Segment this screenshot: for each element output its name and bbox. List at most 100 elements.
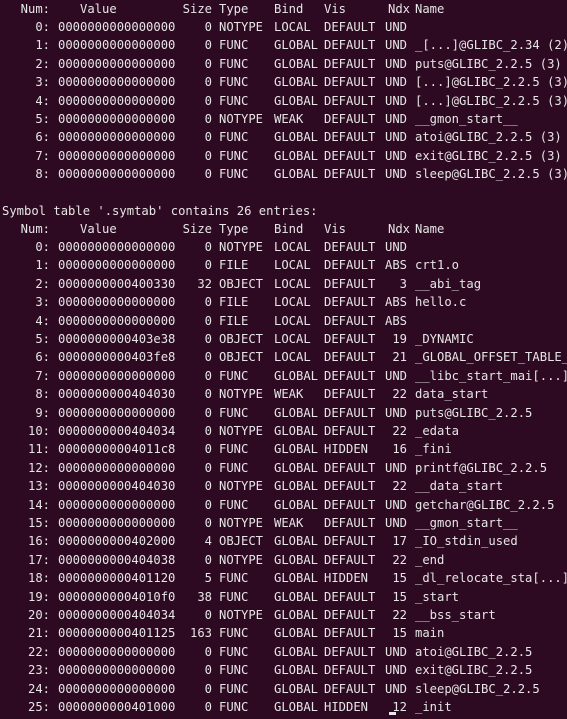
cell-ndx: 15 <box>392 571 407 586</box>
cell-name: puts@GLIBC_2.2.5 <box>415 405 533 420</box>
cell-size: 0 <box>204 700 212 714</box>
cell-vis: DEFAULT <box>324 663 376 678</box>
cell-size: 0 <box>204 258 212 273</box>
cell-size: 0 <box>204 313 212 328</box>
cell-bind: GLOBAL <box>274 368 319 383</box>
cell-ndx: UND <box>384 38 407 53</box>
header-type: Type <box>219 222 249 236</box>
cell-bind: WEAK <box>274 516 304 530</box>
cell-name: [...]@GLIBC_2.2.5 (3) <box>415 93 567 108</box>
cell-value: 0000000000401125 <box>58 626 176 641</box>
cell-value: 0000000000401000 <box>58 700 176 714</box>
cell-type: FUNC <box>219 167 249 182</box>
header-bind: Bind <box>274 2 304 16</box>
cell-ndx: 15 <box>392 626 407 641</box>
cell-type: NOTYPE <box>219 387 264 402</box>
cell-bind: GLOBAL <box>274 38 319 53</box>
cell-ndx: UND <box>384 460 407 475</box>
cell-bind: GLOBAL <box>274 700 319 714</box>
cell-value: 0000000000000000 <box>58 56 176 71</box>
cell-size: 4 <box>204 534 212 549</box>
cell-type: FUNC <box>219 148 249 163</box>
cell-size: 163 <box>189 626 212 641</box>
cell-vis: DEFAULT <box>324 332 376 346</box>
cell-type: FUNC <box>219 663 249 678</box>
cell-bind: GLOBAL <box>274 442 319 457</box>
cell-name: _end <box>415 552 445 567</box>
cell-size: 0 <box>204 167 212 182</box>
cell-vis: DEFAULT <box>324 626 376 641</box>
cell-bind: GLOBAL <box>274 460 319 475</box>
cell-type: NOTYPE <box>219 20 264 34</box>
cell-name: __abi_tag <box>415 276 482 291</box>
cell-type: FUNC <box>219 497 249 512</box>
cell-bind: LOCAL <box>274 20 311 34</box>
cell-type: FILE <box>219 313 249 328</box>
cell-name: _dl_relocate_sta[...] <box>415 571 567 586</box>
cell-value: 0000000000404038 <box>58 552 176 567</box>
cell-value: 0000000000000000 <box>58 93 176 108</box>
header-name: Name <box>415 222 445 236</box>
header-size: Size <box>182 2 212 16</box>
cell-type: FUNC <box>219 442 249 457</box>
cell-num: 5: <box>35 332 50 346</box>
cell-name: __bss_start <box>415 608 496 622</box>
cell-ndx: ABS <box>384 258 407 273</box>
symbol-row: 10: 0000000000404034 0 NOTYPE GLOBAL DEFAULT 2… <box>0 422 567 440</box>
cell-num: 20: <box>27 608 50 622</box>
cell-size: 0 <box>204 479 212 494</box>
cell-bind: GLOBAL <box>274 626 319 641</box>
cell-type: FUNC <box>219 56 249 71</box>
cell-num: 5: <box>35 112 50 126</box>
cell-bind: GLOBAL <box>274 148 319 163</box>
cell-num: 16: <box>27 534 50 549</box>
symbol-row: 2: 0000000000000000 0 FUNC GLOBAL DEFAULT UND p… <box>0 55 567 73</box>
symbol-row: 25: 0000000000401000 0 FUNC GLOBAL HIDDEN 12 _i… <box>0 698 567 716</box>
cell-name: puts@GLIBC_2.2.5 (3) <box>415 56 562 71</box>
cell-ndx: UND <box>384 405 407 420</box>
cell-size: 0 <box>204 424 212 438</box>
cell-num: 9: <box>35 405 50 420</box>
terminal-output[interactable]: Num: Value Size Type Bind Vis Ndx Name 0… <box>0 0 567 719</box>
cell-ndx: 17 <box>392 534 407 549</box>
symbol-row: 11: 00000000004011c8 0 FUNC GLOBAL HIDDEN 16 _f… <box>0 440 567 458</box>
dynsym-header-row: Num: Value Size Type Bind Vis Ndx Name <box>0 0 567 18</box>
cell-size: 0 <box>204 332 212 346</box>
cell-size: 0 <box>204 240 212 254</box>
cell-vis: DEFAULT <box>324 460 376 475</box>
cell-type: NOTYPE <box>219 552 264 567</box>
cell-size: 0 <box>204 663 212 678</box>
cell-size: 5 <box>204 571 212 586</box>
cell-ndx: 3 <box>399 276 407 291</box>
cell-num: 8: <box>35 387 50 402</box>
cell-type: FUNC <box>219 405 249 420</box>
header-vis: Vis <box>324 222 347 236</box>
cell-value: 0000000000000000 <box>58 75 176 90</box>
cell-ndx: UND <box>384 240 407 254</box>
cell-ndx: 22 <box>392 552 407 567</box>
cell-bind: GLOBAL <box>274 93 319 108</box>
cell-name: hello.c <box>415 295 467 310</box>
cell-name: crt1.o <box>415 258 460 273</box>
cell-num: 25: <box>27 700 50 714</box>
cell-size: 0 <box>204 350 212 365</box>
cell-vis: DEFAULT <box>324 589 376 604</box>
cell-type: NOTYPE <box>219 608 264 622</box>
cell-num: 1: <box>35 38 50 53</box>
cell-value: 0000000000000000 <box>58 681 176 696</box>
cell-num: 3: <box>35 75 50 90</box>
cell-vis: DEFAULT <box>324 20 376 34</box>
cell-ndx: 16 <box>392 442 407 457</box>
cell-num: 6: <box>35 130 50 145</box>
cell-type: FUNC <box>219 700 249 714</box>
cell-size: 0 <box>204 644 212 659</box>
cell-value: 0000000000000000 <box>58 460 176 475</box>
cell-type: OBJECT <box>219 276 264 291</box>
cell-value: 0000000000404034 <box>58 424 176 438</box>
cell-value: 0000000000000000 <box>58 167 176 182</box>
cell-vis: DEFAULT <box>324 479 376 494</box>
cell-type: NOTYPE <box>219 479 264 494</box>
cell-name: __gmon_start__ <box>415 112 518 126</box>
cell-size: 0 <box>204 516 212 530</box>
cell-type: FUNC <box>219 75 249 90</box>
